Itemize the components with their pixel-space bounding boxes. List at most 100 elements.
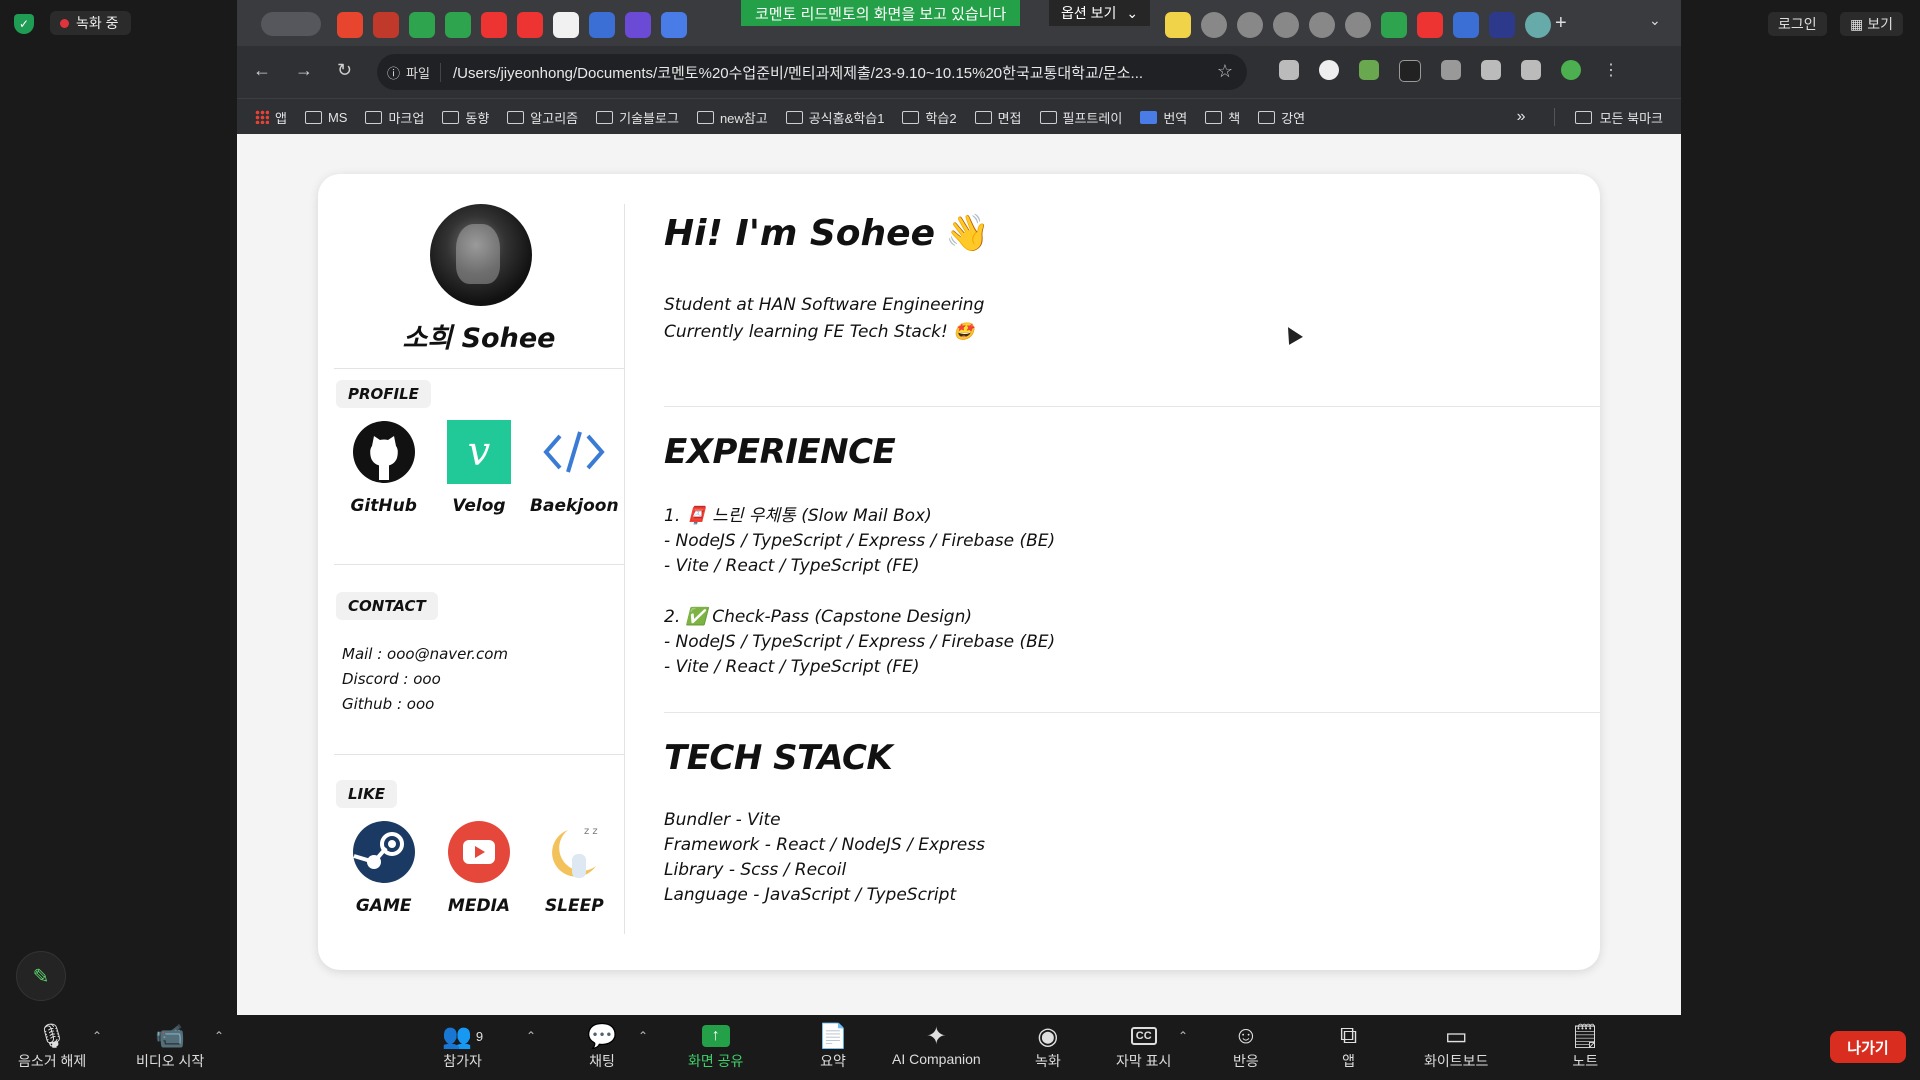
bookmark-item[interactable]: 책 [1205, 108, 1240, 127]
bookmark-label: new참고 [719, 110, 768, 126]
like-media[interactable]: MEDIA [431, 820, 526, 916]
bookmark-item[interactable]: 번역 [1140, 108, 1187, 127]
tab-favicon-icon[interactable] [1309, 12, 1335, 38]
tab-favicon-icon[interactable] [589, 12, 615, 38]
extension-icon[interactable] [1319, 60, 1339, 80]
media-control-icon[interactable] [1521, 60, 1541, 80]
chevron-up-icon[interactable]: ⌃ [526, 1029, 536, 1043]
tab-favicon-icon[interactable] [337, 12, 363, 38]
tab-favicon-icon[interactable] [1489, 12, 1515, 38]
bookmark-item[interactable]: 동향 [442, 108, 489, 127]
tab-favicon-icon[interactable] [1201, 12, 1227, 38]
back-arrow-icon[interactable]: ← [253, 60, 271, 81]
tab-favicon-icon[interactable] [1381, 12, 1407, 38]
login-label: 로그인 [1778, 16, 1817, 32]
more-bookmarks-icon[interactable]: » [1517, 108, 1526, 126]
unmute-label: 음소거 해제 [18, 1053, 87, 1069]
bookmark-item[interactable]: 기술블로그 [596, 108, 679, 127]
all-bookmarks-link[interactable]: 모든 북마크 [1600, 108, 1663, 127]
experience-line: - Vite / React / TypeScript (FE) [664, 556, 920, 576]
recording-indicator[interactable]: 녹화 중 [50, 11, 131, 35]
like-sleep[interactable]: z z SLEEP [527, 820, 622, 916]
tab-favicon-icon[interactable] [553, 12, 579, 38]
like-game[interactable]: GAME [336, 820, 431, 916]
tab-favicon-icon[interactable] [1417, 12, 1443, 38]
apps-button[interactable]: ⧉ 앱 [1340, 1021, 1357, 1071]
bookmark-item[interactable]: 알고리즘 [507, 108, 578, 127]
tab-favicon-icon[interactable] [1345, 12, 1371, 38]
bookmark-label: 책 [1228, 110, 1241, 126]
participants-icon: 👥 9 [442, 1022, 484, 1050]
security-shield-icon[interactable]: ✓ [14, 14, 34, 34]
url-text[interactable]: /Users/jiyeonhong/Documents/코멘토%20수업준비/멘… [453, 62, 1213, 83]
login-button[interactable]: 로그인 [1768, 12, 1827, 36]
unmute-button[interactable]: 🎙 음소거 해제 [18, 1021, 86, 1071]
tab-favicon-icon[interactable] [1525, 12, 1551, 38]
chevron-up-icon[interactable]: ⌃ [92, 1029, 102, 1043]
bookmark-item[interactable]: 공식홈&학습1 [785, 108, 884, 127]
tab-favicon-icon[interactable] [481, 12, 507, 38]
summary-button[interactable]: 📄 요약 [818, 1021, 848, 1071]
tab-favicon-icon[interactable] [625, 12, 651, 38]
divider [664, 712, 1600, 713]
bookmark-item[interactable]: MS [304, 110, 347, 125]
share-screen-button[interactable]: ↑ 화면 공유 [688, 1021, 743, 1071]
bookmark-item[interactable]: 학습2 [902, 108, 957, 127]
chevron-up-icon[interactable]: ⌃ [214, 1029, 224, 1043]
view-options-button[interactable]: 옵션 보기 ⌄ [1049, 0, 1151, 26]
tab-favicon-icon[interactable] [409, 12, 435, 38]
reactions-button[interactable]: ☺ 반응 [1233, 1021, 1259, 1071]
site-info-chip[interactable]: ⓘ 파일 [387, 62, 441, 82]
tab-favicon-icon[interactable] [517, 12, 543, 38]
bookmark-item[interactable]: 마크업 [365, 108, 424, 127]
profile-avatar[interactable] [1561, 60, 1581, 80]
whiteboard-button[interactable]: ▭ 화이트보드 [1424, 1021, 1488, 1071]
bookmark-item[interactable]: 강연 [1258, 108, 1305, 127]
tab-favicon-icon[interactable] [445, 12, 471, 38]
bookmark-item[interactable]: 면접 [974, 108, 1022, 127]
github-link[interactable]: GitHub [336, 420, 431, 516]
camera-extension-icon[interactable] [1279, 60, 1299, 80]
leave-button[interactable]: 나가기 [1830, 1031, 1906, 1063]
address-bar[interactable]: ⓘ 파일 /Users/jiyeonhong/Documents/코멘토%20수… [377, 54, 1247, 90]
chat-button[interactable]: 💬 채팅 [587, 1021, 617, 1071]
bookmark-item[interactable]: 앱 [255, 108, 287, 127]
participants-button[interactable]: 👥 9 참가자 [442, 1021, 483, 1071]
view-button[interactable]: ▦ 보기 [1840, 12, 1903, 36]
extension-icon[interactable] [1359, 60, 1379, 80]
puzzle-icon[interactable] [1481, 60, 1501, 80]
start-video-button[interactable]: 📹 비디오 시작 [136, 1021, 204, 1071]
tab-favicon-icon[interactable] [373, 12, 399, 38]
velog-link[interactable]: v Velog [431, 420, 526, 516]
pen-extension-icon[interactable] [1399, 60, 1421, 82]
notes-button[interactable]: 🗒 노트 [1570, 1021, 1600, 1071]
tab-favicon-icon[interactable] [1273, 12, 1299, 38]
tech-stack-list: Bundler - Vite Framework - React / NodeJ… [664, 808, 985, 908]
bookmark-star-icon[interactable]: ☆ [1217, 61, 1233, 82]
bookmark-item[interactable]: new참고 [696, 108, 768, 127]
chevron-up-icon[interactable]: ⌃ [1178, 1029, 1188, 1043]
tab-favicon-icon[interactable] [1453, 12, 1479, 38]
kebab-menu-icon[interactable]: ⋮ [1601, 60, 1621, 80]
captions-button[interactable]: CC 자막 표시 [1116, 1021, 1171, 1071]
tab-search-chevron-icon[interactable]: ⌄ [1649, 12, 1661, 29]
ai-companion-button[interactable]: ✦ AI Companion [892, 1021, 981, 1068]
record-label: 녹화 [1035, 1053, 1061, 1069]
divider [334, 368, 624, 369]
page-viewport: 소희 Sohee PROFILE GitHub v Velog Baekjoon… [237, 134, 1681, 1015]
annotate-pen-icon[interactable]: ✎ [16, 951, 66, 1001]
tab-favicon-icon[interactable] [1237, 12, 1263, 38]
bookmark-item[interactable]: 필프트레이 [1039, 108, 1122, 127]
experience-list: 1. 📮 느린 우체통 (Slow Mail Box) - NodeJS / T… [664, 504, 1055, 680]
new-tab-plus-icon[interactable]: + [1555, 12, 1567, 35]
baekjoon-link[interactable]: Baekjoon [527, 420, 622, 516]
shield-extension-icon[interactable] [1441, 60, 1461, 80]
chevron-up-icon[interactable]: ⌃ [638, 1029, 648, 1043]
tab-search-pill[interactable] [261, 12, 321, 36]
record-button[interactable]: ◉ 녹화 [1035, 1021, 1061, 1071]
reload-icon[interactable]: ↻ [337, 60, 352, 81]
tab-favicon-icon[interactable] [661, 12, 687, 38]
tab-favicon-icon[interactable] [1165, 12, 1191, 38]
view-label: 보기 [1867, 16, 1893, 32]
forward-arrow-icon[interactable]: → [295, 60, 313, 81]
